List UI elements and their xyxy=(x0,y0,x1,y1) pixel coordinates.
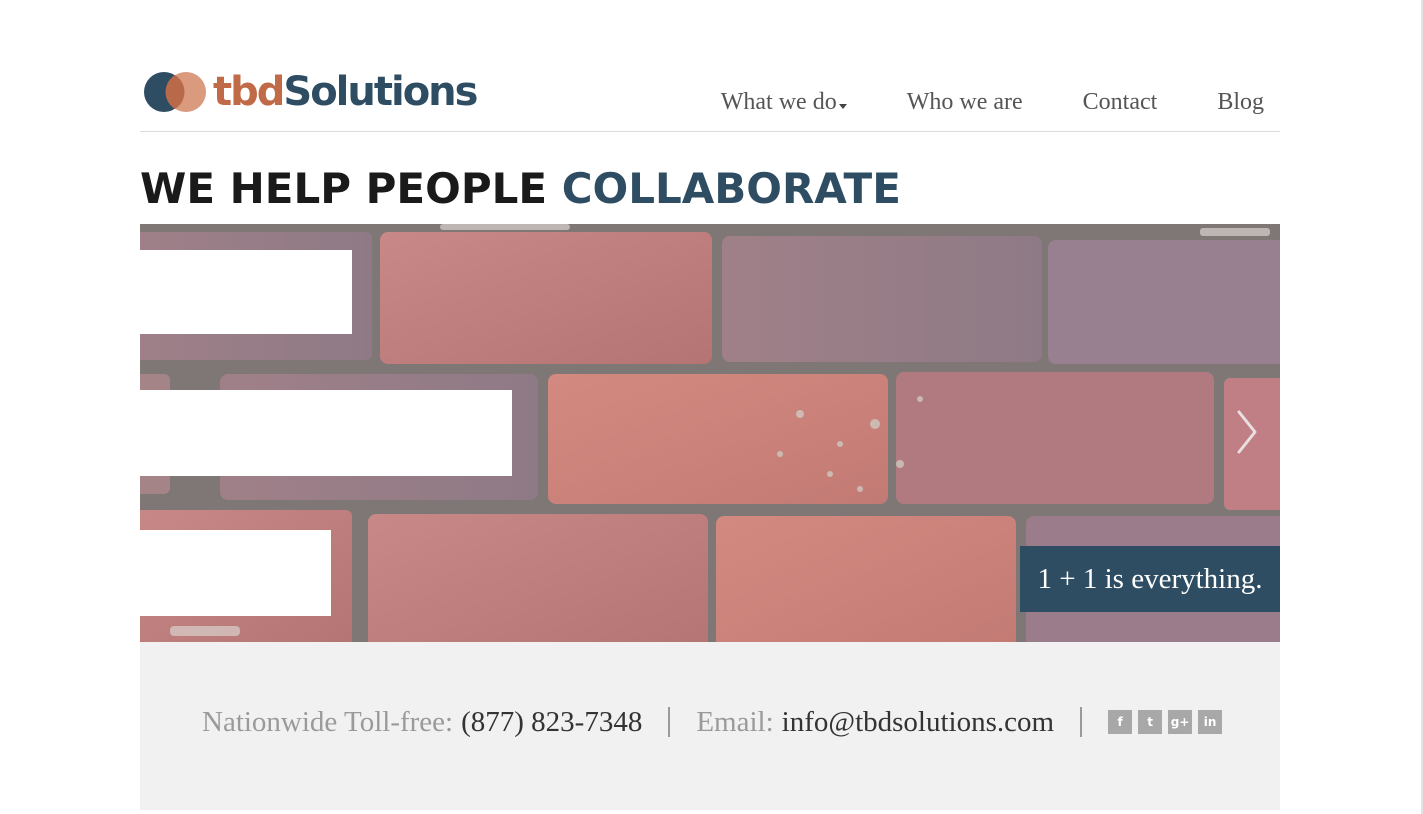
brand-logo[interactable]: tbdSolutions xyxy=(143,69,478,115)
brand-wordmark: tbdSolutions xyxy=(213,69,478,115)
page-title-part2: COLLABORATE xyxy=(561,164,901,213)
phone-label: Nationwide Toll-free: xyxy=(202,705,454,738)
nav-item-label: Blog xyxy=(1217,89,1264,115)
nav-item-label: Contact xyxy=(1082,89,1158,115)
page-title: WE HELP PEOPLE COLLABORATE xyxy=(140,160,901,218)
footer-separator xyxy=(668,707,671,737)
hero-caption: 1 + 1 is everything. xyxy=(1020,546,1280,612)
chevron-right-icon xyxy=(1237,410,1257,454)
email-label: Email: xyxy=(696,705,774,738)
nav-item-who-we-are[interactable]: Who we are xyxy=(907,86,1023,118)
hero-overlay-block xyxy=(140,250,352,334)
google-plus-icon[interactable]: g+ xyxy=(1168,710,1193,734)
chevron-down-icon xyxy=(838,103,847,109)
nav-item-what-we-do[interactable]: What we do xyxy=(721,86,847,118)
twitter-icon[interactable]: t xyxy=(1138,710,1163,734)
phone-number-link[interactable]: (877) 823-7348 xyxy=(461,706,642,739)
facebook-icon[interactable]: f xyxy=(1108,710,1133,734)
logo-circles-icon xyxy=(144,72,206,112)
hero-overlay-block xyxy=(140,530,331,616)
nav-item-blog[interactable]: Blog xyxy=(1217,86,1264,118)
nav-item-label: What we do xyxy=(720,89,837,115)
page-title-part1: WE HELP PEOPLE xyxy=(140,164,548,213)
nav-item-label: Who we are xyxy=(906,89,1023,115)
main-nav: What we do Who we are Contact Blog xyxy=(661,86,1264,118)
header-divider xyxy=(140,131,1280,132)
hero-overlay-block xyxy=(140,390,512,476)
contact-footer: Nationwide Toll-free: (877) 823-7348 Ema… xyxy=(140,642,1280,810)
social-links: f t g+ in xyxy=(1108,710,1223,734)
slider-next-button[interactable] xyxy=(1227,404,1267,460)
footer-separator xyxy=(1080,707,1083,737)
linkedin-icon[interactable]: in xyxy=(1198,710,1223,734)
nav-item-contact[interactable]: Contact xyxy=(1083,86,1158,118)
contact-row: Nationwide Toll-free: (877) 823-7348 Ema… xyxy=(202,704,1223,740)
hero-slider: 1 + 1 is everything. xyxy=(140,224,1280,642)
brand-name-part1: tbd xyxy=(213,69,285,115)
email-link[interactable]: info@tbdsolutions.com xyxy=(782,706,1054,739)
brand-name-part2: Solutions xyxy=(283,69,478,115)
